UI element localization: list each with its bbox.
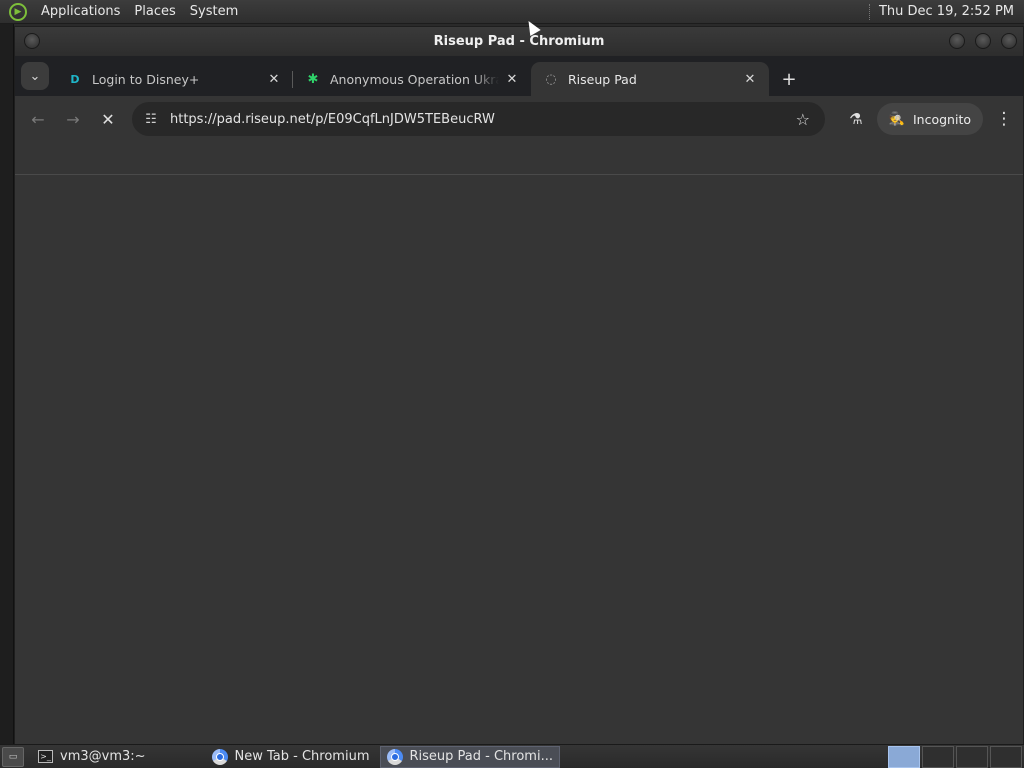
chromium-icon <box>211 748 228 765</box>
address-bar[interactable]: ☷ https://pad.riseup.net/p/E09CqfLnJDW5T… <box>132 102 825 136</box>
system-menu[interactable]: System <box>183 4 245 19</box>
tab-title: Login to Disney+ <box>92 71 200 87</box>
arrow-left-icon: ← <box>31 109 45 129</box>
new-tab-button[interactable]: + <box>775 65 803 93</box>
close-icon[interactable]: ✕ <box>503 70 521 88</box>
chromium-icon <box>386 748 403 765</box>
green-star-icon: ✱ <box>307 71 319 87</box>
arrow-right-icon: → <box>66 109 80 129</box>
incognito-icon: 🕵 <box>888 111 905 127</box>
desktop-edge <box>0 24 14 744</box>
distro-logo-icon[interactable]: ▶ <box>9 2 27 21</box>
incognito-indicator[interactable]: 🕵 Incognito <box>876 103 983 135</box>
workspace-4[interactable] <box>990 745 1022 768</box>
tab-search-button[interactable]: ⌄ <box>21 62 49 90</box>
close-icon[interactable]: ✕ <box>741 70 759 88</box>
show-desktop-icon[interactable]: ▭ <box>2 746 24 767</box>
taskbar-item-new-tab[interactable]: New Tab - Chromium <box>206 746 376 768</box>
workspace-3[interactable] <box>956 745 988 768</box>
tab-disney[interactable]: D Login to Disney+ ✕ <box>55 62 293 96</box>
taskbar-item-riseup[interactable]: Riseup Pad - Chromi... <box>379 745 560 768</box>
taskbar-label: New Tab - Chromium <box>234 749 370 764</box>
bookmarks-bar-area <box>15 142 1023 175</box>
bottom-taskbar: ▭ >_ vm3@vm3:~ New Tab - Chromium Riseup… <box>0 744 1024 768</box>
chevron-down-icon: ⌄ <box>29 68 41 84</box>
tab-title: Anonymous Operation Ukraine <box>330 71 499 87</box>
tab-strip: ⌄ D Login to Disney+ ✕ ✱ Anonymous Opera… <box>15 56 1023 96</box>
workspace-2[interactable] <box>922 745 954 768</box>
taskbar-item-terminal[interactable]: >_ vm3@vm3:~ <box>32 746 152 768</box>
workspace-1[interactable] <box>888 745 920 768</box>
taskbar-label: vm3@vm3:~ <box>60 749 146 764</box>
kebab-menu-icon[interactable]: ⋮ <box>993 109 1015 129</box>
top-panel: ▶ Applications Places System Thu Dec 19,… <box>0 0 1024 24</box>
applications-menu[interactable]: Applications <box>34 4 127 19</box>
browser-toolbar: ← → ✕ ☷ https://pad.riseup.net/p/E09CqfL… <box>15 96 1023 142</box>
plus-icon: + <box>781 68 797 90</box>
minimize-button[interactable] <box>949 33 965 49</box>
places-menu[interactable]: Places <box>127 4 182 19</box>
labs-flask-icon[interactable]: ⚗ <box>841 110 871 128</box>
taskbar-label: Riseup Pad - Chromi... <box>409 749 553 764</box>
bookmark-star-icon[interactable]: ☆ <box>791 110 815 129</box>
close-icon: ✕ <box>101 109 115 129</box>
page-content[interactable] <box>15 175 1023 744</box>
site-settings-icon[interactable]: ☷ <box>138 106 164 132</box>
close-window-button[interactable] <box>1001 33 1017 49</box>
maximize-button[interactable] <box>975 33 991 49</box>
disney-plus-icon: D <box>70 72 80 86</box>
close-icon[interactable]: ✕ <box>265 70 283 88</box>
panel-clock[interactable]: Thu Dec 19, 2:52 PM <box>879 4 1024 19</box>
loading-spinner-icon: ◌ <box>545 71 557 87</box>
window-title: Riseup Pad - Chromium <box>433 34 605 49</box>
tab-title: Riseup Pad <box>568 71 637 87</box>
incognito-label: Incognito <box>912 111 971 127</box>
terminal-icon: >_ <box>38 750 53 763</box>
browser-window: Riseup Pad - Chromium ⌄ D Login to Disne… <box>14 26 1024 744</box>
window-titlebar[interactable]: Riseup Pad - Chromium <box>15 27 1023 56</box>
stop-loading-button[interactable]: ✕ <box>93 104 123 134</box>
forward-button[interactable]: → <box>58 104 88 134</box>
back-button[interactable]: ← <box>23 104 53 134</box>
panel-separator <box>868 3 871 20</box>
url-text[interactable]: https://pad.riseup.net/p/E09CqfLnJDW5TEB… <box>170 112 791 127</box>
tab-anonymous[interactable]: ✱ Anonymous Operation Ukraine ✕ <box>293 62 531 96</box>
tab-riseup-pad[interactable]: ◌ Riseup Pad ✕ <box>531 62 769 96</box>
window-menu-button[interactable] <box>24 33 40 49</box>
